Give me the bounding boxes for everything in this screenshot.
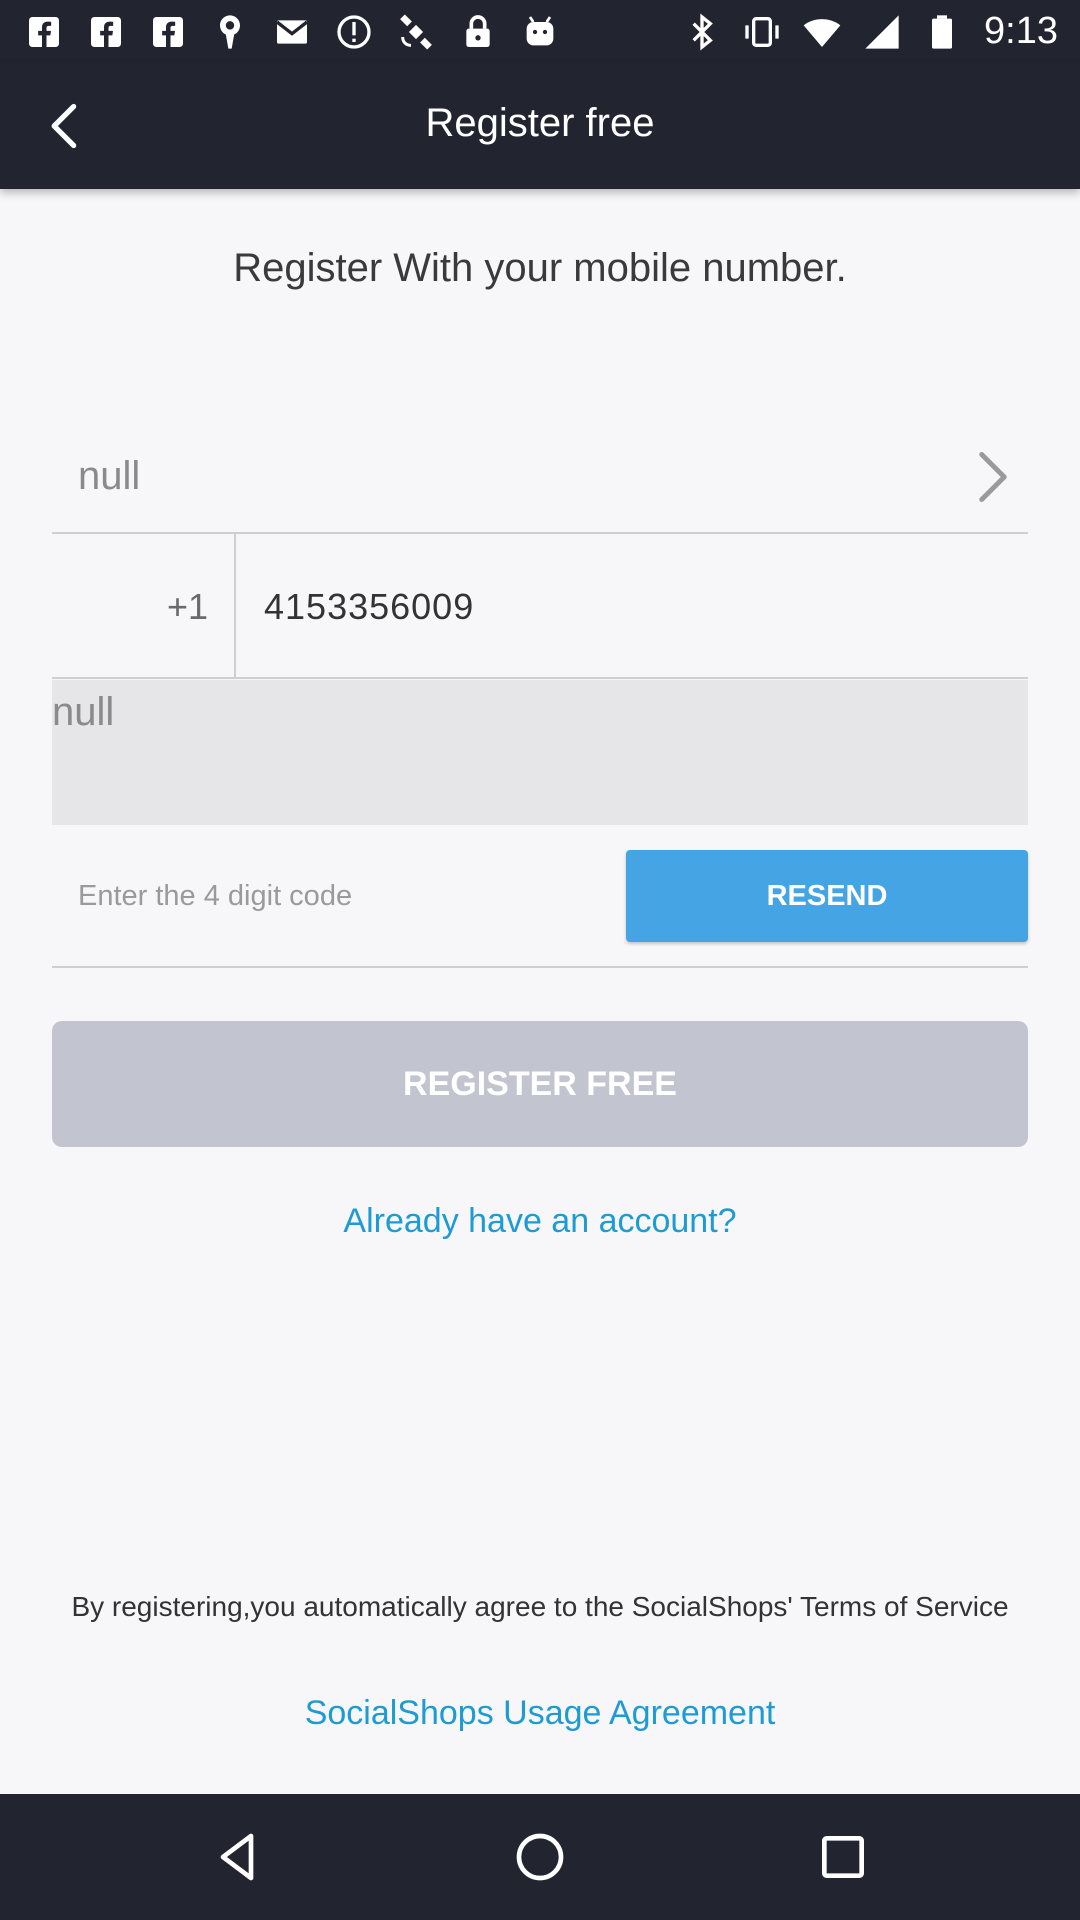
nav-home-button[interactable] [505, 1822, 575, 1892]
nav-recents-button[interactable] [808, 1822, 878, 1892]
signal-icon [860, 10, 904, 54]
captcha-text: null [52, 690, 115, 734]
terms-text: By registering,you automatically agree t… [71, 1591, 1009, 1622]
country-selector[interactable]: null [52, 420, 1028, 534]
satellite-icon [394, 10, 438, 54]
vibrate-icon [740, 10, 784, 54]
bluetooth-icon [680, 10, 724, 54]
page-title: Register free [425, 101, 655, 145]
system-icons: 9:13 [680, 10, 1058, 54]
register-free-button[interactable]: REGISTER FREE [52, 1021, 1028, 1147]
navigation-bar [0, 1794, 1080, 1920]
android-icon [518, 10, 562, 54]
lock-icon [456, 10, 500, 54]
circle-home-icon [516, 1833, 564, 1881]
mail-icon [270, 10, 314, 54]
usage-agreement-link[interactable]: SocialShops Usage Agreement [0, 1694, 1080, 1733]
verification-code-input[interactable] [52, 850, 592, 942]
facebook-icon [146, 10, 190, 54]
alert-circle-icon [332, 10, 376, 54]
register-heading: Register With your mobile number. [233, 246, 847, 290]
square-recents-icon [822, 1836, 864, 1878]
nav-back-button[interactable] [202, 1822, 272, 1892]
status-time: 9:13 [984, 10, 1058, 52]
country-code[interactable]: +1 [52, 534, 236, 679]
captcha-box[interactable]: null [52, 680, 1028, 825]
status-bar: 9:13 [0, 0, 1080, 63]
chevron-right-icon [958, 442, 1028, 512]
app-bar: Register free [0, 63, 1080, 189]
country-value: null [78, 453, 141, 498]
facebook-icon [84, 10, 128, 54]
battery-icon [920, 10, 964, 54]
phone-number-field[interactable]: 4153356009 [264, 534, 474, 679]
facebook-icon [22, 10, 66, 54]
phone-row: +1 4153356009 [52, 534, 1028, 679]
notification-icons [22, 10, 562, 54]
resend-button[interactable]: RESEND [626, 850, 1028, 942]
location-pin-icon [208, 10, 252, 54]
triangle-back-icon [220, 1833, 254, 1881]
already-have-account-link[interactable]: Already have an account? [0, 1202, 1080, 1241]
wifi-icon [800, 10, 844, 54]
verification-code-row: RESEND [52, 830, 1028, 968]
